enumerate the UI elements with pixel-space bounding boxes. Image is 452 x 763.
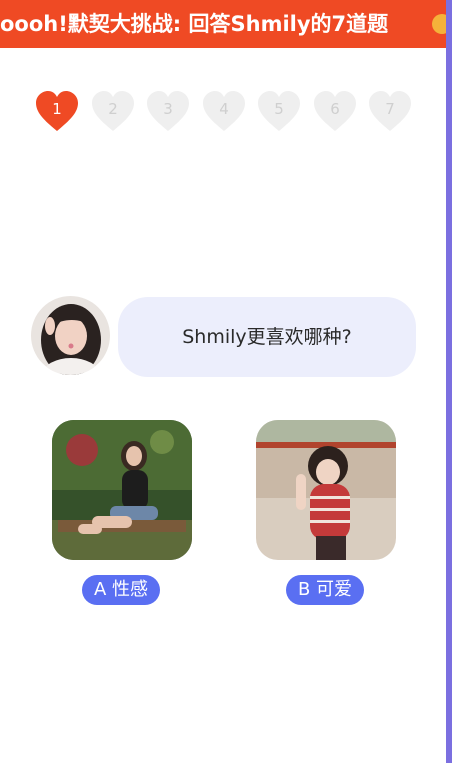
progress-step-label: 7 xyxy=(385,100,395,118)
progress-heart-2: 2 xyxy=(91,90,135,134)
question-text: Shmily更喜欢哪种? xyxy=(182,326,352,348)
option-a-image[interactable] xyxy=(52,420,192,560)
progress-heart-1: 1 xyxy=(35,90,79,134)
progress-step-label: 3 xyxy=(163,100,173,118)
banner-title: oooh!默契大挑战: 回答Shmily的7道题 xyxy=(0,12,389,36)
option-a-button[interactable]: A 性感 xyxy=(82,575,160,605)
progress-heart-5: 5 xyxy=(257,90,301,134)
progress-step-label: 1 xyxy=(52,100,62,118)
progress-step-label: 5 xyxy=(274,100,284,118)
option-b-button[interactable]: B 可爱 xyxy=(286,575,364,605)
progress-heart-3: 3 xyxy=(146,90,190,134)
option-b-image[interactable] xyxy=(256,420,396,560)
progress-step-label: 4 xyxy=(219,100,229,118)
avatar xyxy=(31,296,110,375)
progress-heart-4: 4 xyxy=(202,90,246,134)
scrollbar[interactable] xyxy=(446,0,452,763)
top-banner: oooh!默契大挑战: 回答Shmily的7道题 xyxy=(0,0,446,48)
progress-heart-7: 7 xyxy=(368,90,412,134)
emoji-icon xyxy=(432,14,446,34)
progress-step-label: 2 xyxy=(108,100,118,118)
progress-heart-6: 6 xyxy=(313,90,357,134)
question-bubble: Shmily更喜欢哪种? xyxy=(118,297,416,377)
progress-step-label: 6 xyxy=(330,100,340,118)
